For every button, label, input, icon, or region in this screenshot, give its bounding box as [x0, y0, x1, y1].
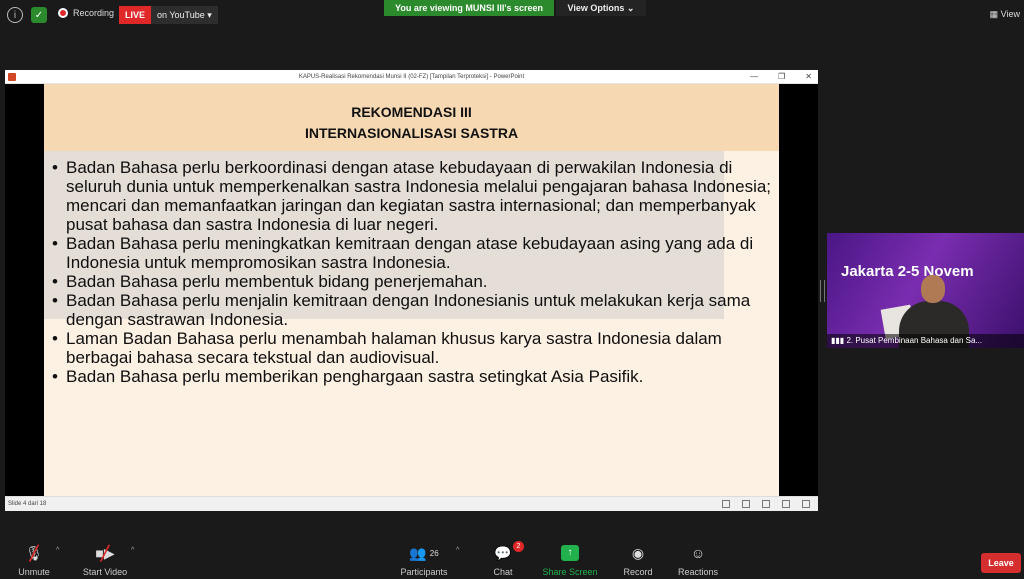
audio-caret-icon[interactable]: ^ — [56, 547, 59, 554]
slide: REKOMENDASI III INTERNASIONALISASI SASTR… — [44, 84, 779, 496]
resize-handle[interactable] — [820, 280, 825, 302]
unmute-button[interactable]: 🎙 ╱ Unmute — [14, 543, 54, 578]
bullet-item: Badan Bahasa perlu memberikan penghargaa… — [52, 367, 772, 386]
reactions-label: Reactions — [677, 567, 719, 577]
recording-indicator[interactable]: Recording — [58, 8, 114, 18]
emoji-icon: ☺ — [690, 545, 706, 561]
start-video-label: Start Video — [82, 567, 128, 577]
unmute-label: Unmute — [18, 567, 50, 577]
close-icon[interactable]: ✕ — [805, 70, 812, 84]
reading-view-icon[interactable] — [762, 500, 770, 508]
muted-mic-icon: 🎙 ╱ — [25, 544, 43, 561]
bullet-item: Badan Bahasa perlu membentuk bidang pene… — [52, 272, 772, 291]
slide-area: REKOMENDASI III INTERNASIONALISASI SASTR… — [5, 84, 818, 496]
participants-icon: 👥 26 — [409, 544, 439, 561]
shield-icon[interactable]: ✓ — [31, 7, 47, 23]
participants-label: Participants — [400, 567, 448, 577]
share-screen-icon: ↑ — [540, 543, 600, 563]
restore-icon[interactable]: ❐ — [778, 70, 785, 84]
live-badge[interactable]: LIVE — [119, 6, 152, 24]
signal-icon: ▮▮▮ — [831, 336, 847, 345]
reactions-button[interactable]: ☺ Reactions — [676, 543, 720, 577]
slide-sorter-icon[interactable] — [742, 500, 750, 508]
recording-label: Recording — [73, 8, 115, 18]
window-titlebar: KAPUS-Realisasi Rekomendasi Munsi II (02… — [5, 70, 818, 84]
record-icon: ◉ — [631, 544, 645, 561]
record-dot-icon — [58, 8, 68, 18]
slide-subtitle: INTERNASIONALISASI SASTRA — [304, 125, 519, 141]
bullet-item: Badan Bahasa perlu menjalin kemitraan de… — [52, 291, 772, 329]
slideshow-icon[interactable] — [782, 500, 790, 508]
slide-counter: Slide 4 dari 18 — [8, 501, 47, 507]
chat-button[interactable]: 💬 2 Chat — [488, 541, 524, 577]
view-button[interactable]: ▦ View — [990, 9, 1020, 20]
bullet-item: Badan Bahasa perlu meningkatkan kemitraa… — [52, 234, 772, 272]
leave-button[interactable]: Leave — [981, 553, 1021, 573]
chat-badge: 2 — [513, 541, 524, 552]
participant-name: 2. Pusat Pembinaan Bahasa dan Sa... — [846, 336, 983, 345]
bullet-item: Badan Bahasa perlu berkoordinasi dengan … — [52, 158, 772, 234]
window-title: KAPUS-Realisasi Rekomendasi Munsi II (02… — [298, 74, 525, 80]
participants-caret-icon[interactable]: ^ — [456, 547, 459, 554]
participant-name-tag: ▮▮▮ 2. Pusat Pembinaan Bahasa dan Sa... — [827, 334, 1024, 348]
person-head — [921, 275, 945, 303]
normal-view-icon[interactable] — [722, 500, 730, 508]
grid-icon: ▦ — [989, 9, 1001, 19]
start-video-button[interactable]: ■▶ ╱ Start Video — [80, 543, 130, 578]
share-screen-button[interactable]: ↑ Share Screen — [540, 543, 600, 577]
fit-icon[interactable] — [802, 500, 810, 508]
powerpoint-logo-icon — [8, 73, 16, 81]
record-label: Record — [623, 567, 653, 577]
view-options-button[interactable]: View Options ⌄ — [556, 0, 646, 16]
participants-count: 26 — [429, 548, 439, 558]
top-bar: i ✓ Recording LIVE on YouTube ▾ You are … — [0, 0, 1024, 30]
minimize-icon[interactable]: — — [750, 70, 758, 84]
slide-title: REKOMENDASI III — [351, 104, 472, 120]
info-icon[interactable]: i — [7, 7, 23, 23]
youtube-dropdown[interactable]: on YouTube ▾ — [151, 6, 218, 24]
bottom-toolbar: 🎙 ╱ Unmute ^ ■▶ ╱ Start Video ^ 👥 26 Partic… — [0, 535, 1024, 579]
shared-powerpoint-window: KAPUS-Realisasi Rekomendasi Munsi II (02… — [5, 70, 818, 511]
slide-header: REKOMENDASI III INTERNASIONALISASI SASTR… — [44, 84, 779, 151]
participant-video[interactable]: Jakarta 2-5 Novem ▮▮▮ 2. Pusat Pembinaan… — [827, 233, 1024, 348]
share-screen-label: Share Screen — [542, 567, 598, 577]
record-button[interactable]: ◉ Record — [620, 543, 656, 578]
chat-label: Chat — [493, 567, 513, 577]
participants-button[interactable]: 👥 26 Participants — [396, 543, 452, 578]
status-bar: Slide 4 dari 18 — [5, 496, 818, 511]
view-label: View — [1000, 9, 1020, 19]
viewing-banner: You are viewing MUNSI III's screen — [384, 0, 554, 16]
bullet-list: Badan Bahasa perlu berkoordinasi dengan … — [52, 158, 772, 386]
video-caret-icon[interactable]: ^ — [131, 547, 134, 554]
video-off-icon: ■▶ ╱ — [95, 544, 115, 561]
bullet-item: Laman Badan Bahasa perlu menambah halama… — [52, 329, 772, 367]
chat-icon: 💬 2 — [488, 541, 524, 563]
